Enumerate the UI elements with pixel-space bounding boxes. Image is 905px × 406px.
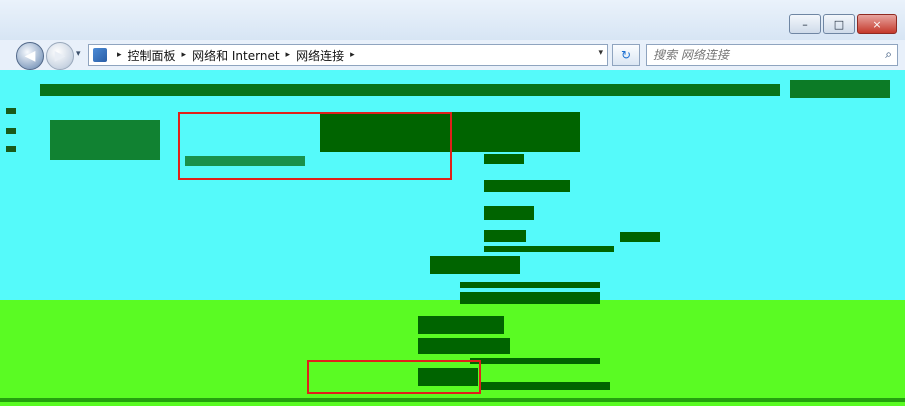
chevron-down-icon: ▾	[76, 49, 81, 59]
status-strip	[0, 398, 905, 402]
refresh-icon: ↻	[620, 48, 632, 62]
back-arrow-icon: ◀	[24, 48, 36, 64]
toolbar-right-strip	[790, 80, 890, 98]
speck	[6, 146, 16, 152]
search-box[interactable]: ⌕	[646, 44, 898, 66]
highlight-box-adapter	[178, 112, 452, 180]
menu-row[interactable]	[484, 230, 526, 242]
menu-row[interactable]	[484, 154, 524, 164]
speck	[6, 108, 16, 114]
search-input[interactable]	[647, 45, 875, 65]
menu-row[interactable]	[418, 316, 504, 334]
window-title-bar: – □ ×	[0, 0, 905, 41]
breadcrumb-network-internet[interactable]: 网络和 Internet	[192, 47, 279, 64]
close-icon: ×	[872, 17, 882, 31]
menu-row-right	[620, 232, 660, 242]
menu-separator	[460, 282, 600, 288]
search-icon[interactable]: ⌕	[885, 47, 892, 62]
maximize-button[interactable]: □	[823, 14, 855, 34]
minimize-icon: –	[802, 17, 808, 31]
menu-row[interactable]	[460, 292, 600, 304]
breadcrumb-separator[interactable]: ▸	[286, 50, 291, 60]
minimize-button[interactable]: –	[789, 14, 821, 34]
toolbar-strip	[40, 84, 780, 96]
breadcrumb-control-panel[interactable]: 控制面板	[128, 47, 176, 64]
back-button[interactable]: ◀	[16, 42, 44, 70]
menu-row[interactable]	[418, 338, 510, 354]
menu-separator	[484, 246, 614, 252]
menu-row[interactable]	[430, 256, 520, 274]
maximize-icon: □	[833, 17, 845, 31]
close-button[interactable]: ×	[857, 14, 897, 34]
address-bar[interactable]: ▸ 控制面板 ▸ 网络和 Internet ▸ 网络连接 ▸ ▾	[88, 44, 608, 66]
speck	[6, 128, 16, 134]
adapter-item-left[interactable]	[50, 120, 160, 160]
forward-button[interactable]: ▶	[46, 42, 74, 70]
menu-row[interactable]	[484, 206, 534, 220]
network-connections-content	[0, 70, 905, 406]
recent-pages-dropdown[interactable]: ▾	[76, 49, 81, 59]
menu-row	[480, 382, 610, 390]
breadcrumb-separator[interactable]: ▸	[350, 50, 355, 60]
highlight-box-properties	[307, 360, 481, 394]
window-controls: – □ ×	[789, 14, 897, 34]
breadcrumb-network-connections[interactable]: 网络连接	[296, 47, 344, 64]
control-panel-icon	[93, 48, 107, 62]
menu-row[interactable]	[484, 180, 570, 192]
menu-separator	[470, 358, 600, 364]
refresh-button[interactable]: ↻	[612, 44, 640, 66]
forward-arrow-icon: ▶	[54, 48, 66, 64]
address-dropdown[interactable]: ▾	[598, 48, 603, 58]
breadcrumb-separator[interactable]: ▸	[182, 50, 187, 60]
breadcrumb-separator: ▸	[117, 50, 122, 60]
address-row: ◀ ▶ ▾ ▸ 控制面板 ▸ 网络和 Internet ▸ 网络连接 ▸ ▾ ↻…	[0, 40, 905, 71]
chevron-down-icon: ▾	[598, 48, 603, 58]
